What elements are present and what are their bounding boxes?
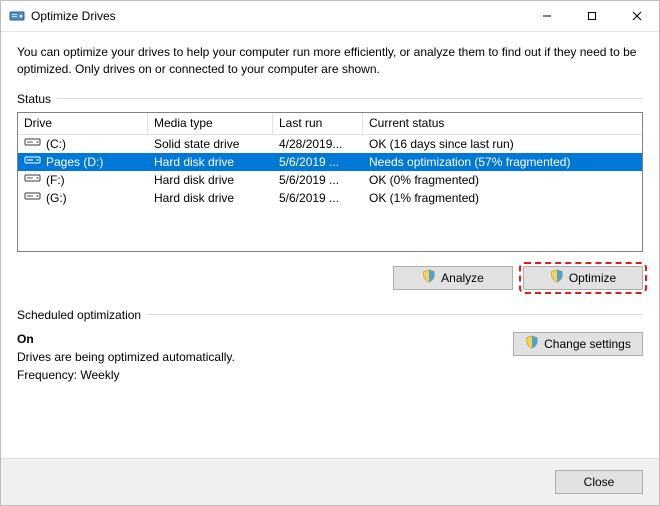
optimize-label: Optimize	[569, 271, 616, 285]
drive-cell: Pages (D:)	[18, 154, 148, 169]
shield-icon	[525, 335, 539, 352]
table-row[interactable]: (G:) Hard disk drive5/6/2019 ...OK (1% fr…	[18, 189, 642, 207]
close-label: Close	[584, 475, 615, 489]
scheduled-info: On Drives are being optimized automatica…	[17, 332, 235, 382]
scheduled-state: On	[17, 332, 235, 346]
close-button[interactable]	[614, 1, 659, 31]
analyze-button[interactable]: Analyze	[393, 266, 513, 290]
minimize-button[interactable]	[524, 1, 569, 31]
status-label-text: Status	[17, 92, 51, 106]
scheduled-label-text: Scheduled optimization	[17, 308, 141, 322]
table-row[interactable]: (F:) Hard disk drive5/6/2019 ...OK (0% fr…	[18, 171, 642, 189]
action-buttons: Analyze Optimize	[17, 266, 643, 290]
media-cell: Hard disk drive	[148, 155, 273, 169]
titlebar: Optimize Drives	[1, 1, 659, 32]
col-current-status[interactable]: Current status	[363, 113, 642, 135]
scheduled-row: On Drives are being optimized automatica…	[17, 332, 643, 382]
last-run-cell: 5/6/2019 ...	[273, 191, 363, 205]
divider	[57, 98, 643, 99]
drive-icon	[24, 172, 42, 187]
drive-icon	[24, 190, 42, 205]
shield-icon	[550, 269, 564, 286]
shield-icon	[422, 269, 436, 286]
table-header[interactable]: Drive Media type Last run Current status	[18, 113, 642, 135]
optimize-drives-window: Optimize Drives You can optimize your dr…	[0, 0, 660, 506]
divider	[147, 314, 643, 315]
window-title: Optimize Drives	[31, 9, 524, 23]
last-run-cell: 5/6/2019 ...	[273, 155, 363, 169]
change-settings-button[interactable]: Change settings	[513, 332, 643, 356]
app-icon	[9, 8, 25, 24]
drive-label: (F:)	[46, 173, 65, 187]
table-row[interactable]: (C:) Solid state drive4/28/2019...OK (16 …	[18, 135, 642, 153]
window-controls	[524, 1, 659, 31]
maximize-button[interactable]	[569, 1, 614, 31]
status-cell: OK (0% fragmented)	[363, 173, 642, 187]
scheduled-section-label: Scheduled optimization	[17, 308, 643, 322]
col-media[interactable]: Media type	[148, 113, 273, 135]
drive-cell: (G:)	[18, 190, 148, 205]
drive-label: Pages (D:)	[46, 155, 103, 169]
last-run-cell: 4/28/2019...	[273, 137, 363, 151]
intro-text: You can optimize your drives to help you…	[17, 44, 643, 78]
window-body: You can optimize your drives to help you…	[1, 32, 659, 458]
status-cell: Needs optimization (57% fragmented)	[363, 155, 642, 169]
change-settings-label: Change settings	[544, 337, 631, 351]
table-row[interactable]: Pages (D:) Hard disk drive5/6/2019 ...Nee…	[18, 153, 642, 171]
analyze-label: Analyze	[441, 271, 484, 285]
media-cell: Solid state drive	[148, 137, 273, 151]
last-run-cell: 5/6/2019 ...	[273, 173, 363, 187]
media-cell: Hard disk drive	[148, 173, 273, 187]
col-drive[interactable]: Drive	[18, 113, 148, 135]
close-dialog-button[interactable]: Close	[555, 470, 643, 494]
status-section-label: Status	[17, 92, 643, 106]
status-cell: OK (16 days since last run)	[363, 137, 642, 151]
col-last-run[interactable]: Last run	[273, 113, 363, 135]
footer: Close	[1, 458, 659, 505]
drive-icon	[24, 154, 42, 169]
drive-label: (G:)	[46, 191, 67, 205]
scheduled-actions: Change settings	[513, 332, 643, 356]
media-cell: Hard disk drive	[148, 191, 273, 205]
status-cell: OK (1% fragmented)	[363, 191, 642, 205]
scheduled-desc: Drives are being optimized automatically…	[17, 350, 235, 364]
scheduled-freq: Frequency: Weekly	[17, 368, 235, 382]
drive-cell: (C:)	[18, 136, 148, 151]
drive-cell: (F:)	[18, 172, 148, 187]
optimize-button[interactable]: Optimize	[523, 266, 643, 290]
drive-label: (C:)	[46, 137, 66, 151]
drive-icon	[24, 136, 42, 151]
drives-table[interactable]: Drive Media type Last run Current status…	[17, 112, 643, 252]
